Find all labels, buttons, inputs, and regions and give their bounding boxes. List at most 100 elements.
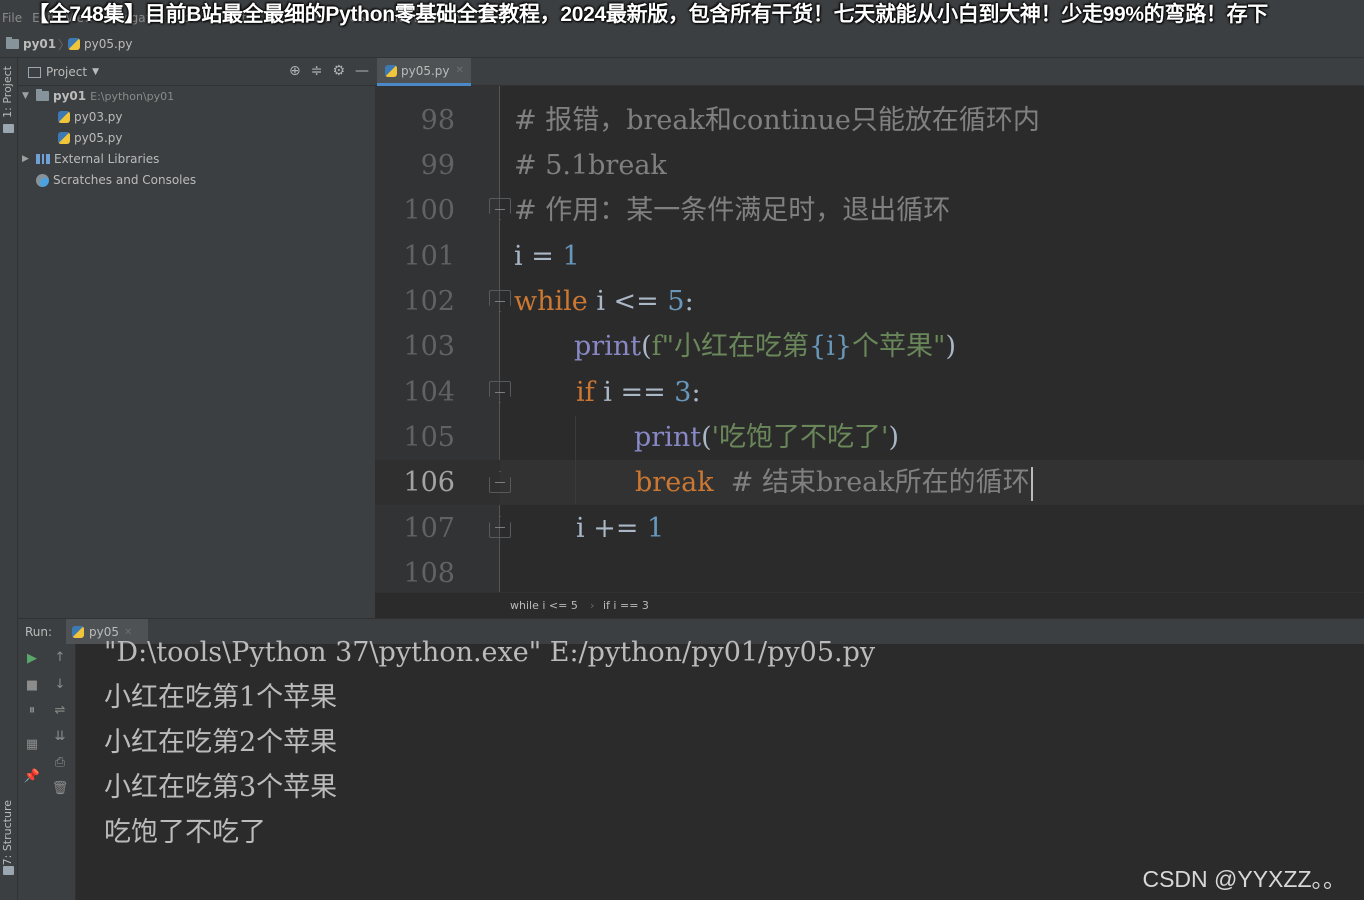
string: f"小红在吃第 <box>651 331 810 362</box>
project-panel-header: Project ▼ ⊕ ≑ ⚙ — <box>18 58 375 86</box>
console-line-output: 小红在吃第3个苹果 <box>104 772 338 803</box>
line-number: 105 <box>403 422 455 453</box>
paren: ) <box>888 422 900 453</box>
line-number: 103 <box>403 331 455 362</box>
string: '吃饱了不吃了' <box>711 422 889 453</box>
code-line-104: if i == 3: <box>576 370 701 415</box>
breadcrumb-separator: › <box>590 599 595 612</box>
side-tab-project[interactable]: 1: Project <box>1 66 14 118</box>
csdn-watermark: CSDN @YYXZZ。。 <box>1142 866 1346 892</box>
number: 1 <box>562 241 580 272</box>
string: 个苹果" <box>852 331 946 362</box>
editor-tab-py05[interactable]: py05.py ✕ <box>377 58 471 86</box>
builtin-function: print <box>574 331 642 362</box>
builtin-function: print <box>634 422 702 453</box>
nav-crumb-project[interactable]: py01 <box>6 37 56 51</box>
paren: ( <box>701 422 712 453</box>
paren: ( <box>641 331 652 362</box>
expand-arrow-icon[interactable]: ▶ <box>22 154 32 164</box>
code-line-98: # 报错，break和continue只能放在循环内 <box>514 98 1040 143</box>
folder-icon <box>6 37 19 49</box>
line-number: 104 <box>403 377 455 408</box>
tree-item-external-libraries[interactable]: ▶ External Libraries <box>22 149 159 169</box>
line-number-current: 106 <box>403 467 455 498</box>
layout-icon[interactable]: ▦ <box>24 736 40 752</box>
project-view-icon <box>28 66 41 78</box>
expression: i == <box>594 377 675 408</box>
structure-tab-icon[interactable] <box>3 866 14 875</box>
code-line-103: print(f"小红在吃第{i}个苹果") <box>574 324 956 369</box>
tree-item-py03[interactable]: py03.py <box>58 107 123 127</box>
run-toolbar: ▶ ↑ ■ ↓ ⏸ ⇌ ▦ ⇊ ⎙ 📌 🗑 <box>18 644 76 900</box>
project-panel-tools: ⊕ ≑ ⚙ — <box>289 63 369 79</box>
up-arrow-icon[interactable]: ↑ <box>52 649 68 665</box>
console-line-output: 小红在吃第2个苹果 <box>104 727 338 758</box>
editor-tab-bar: py05.py ✕ <box>375 58 1364 86</box>
navigation-bar: py01 〉 py05.py <box>0 32 1364 58</box>
video-title-overlay: 【全748集】目前B站最全最细的Python零基础全套教程，2024最新版，包含… <box>28 3 1269 26</box>
line-number: 107 <box>403 513 455 544</box>
project-panel: Project ▼ ⊕ ≑ ⚙ — ▼ py01 E:\python\py01 … <box>18 58 375 618</box>
pin-icon[interactable]: 📌 <box>24 768 40 784</box>
expression: i += <box>576 513 648 544</box>
keyword: break <box>635 467 714 498</box>
scroll-to-end-icon[interactable]: ⇊ <box>52 728 68 744</box>
code-line-107: i += 1 <box>576 506 664 551</box>
trash-icon[interactable]: 🗑 <box>52 780 69 796</box>
expression: i <= <box>587 286 668 317</box>
tree-item-py01[interactable]: ▼ py01 E:\python\py01 <box>22 86 174 106</box>
chevron-down-icon: ▼ <box>92 67 99 77</box>
indent-guide <box>575 416 576 504</box>
left-tool-strip: 1: Project 7: Structure <box>0 58 18 900</box>
side-tab-structure[interactable]: 7: Structure <box>1 800 14 865</box>
folder-icon <box>36 89 49 101</box>
rerun-icon[interactable]: ▶ <box>24 650 40 666</box>
colon: : <box>691 377 701 408</box>
collapse-all-icon[interactable]: ≑ <box>311 63 323 79</box>
code-line-105: print('吃饱了不吃了') <box>634 415 899 460</box>
locate-icon[interactable]: ⊕ <box>289 63 301 79</box>
comment: # 作用：某一条件满足时，退出循环 <box>514 195 951 226</box>
comment: # 报错，break和continue只能放在循环内 <box>514 105 1040 136</box>
soft-wrap-icon[interactable]: ⇌ <box>52 702 68 718</box>
tree-item-label: Scratches and Consoles <box>53 173 197 187</box>
comment: # 结束break所在的循环 <box>713 467 1030 498</box>
tree-item-scratches[interactable]: Scratches and Consoles <box>36 170 196 190</box>
tree-item-py05[interactable]: py05.py <box>58 128 123 148</box>
line-number: 102 <box>403 286 455 317</box>
minimize-icon[interactable]: — <box>355 63 369 79</box>
code-line-99: # 5.1break <box>514 143 667 188</box>
tree-item-label: py01 <box>53 89 87 103</box>
print-icon[interactable]: ⎙ <box>52 754 68 770</box>
expand-arrow-icon[interactable]: ▼ <box>22 91 32 101</box>
tree-item-label: External Libraries <box>54 152 160 166</box>
console-line-command: "D:\tools\Python 37\python.exe" E:/pytho… <box>104 637 876 668</box>
console-line-output: 吃饱了不吃了 <box>104 817 266 848</box>
project-tab-icon[interactable] <box>3 124 14 133</box>
code-line-102: while i <= 5: <box>514 279 694 324</box>
python-file-icon <box>58 132 70 144</box>
tree-item-path: E:\python\py01 <box>90 89 175 103</box>
code-line-100: # 作用：某一条件满足时，退出循环 <box>514 188 950 233</box>
tree-item-label: py03.py <box>74 110 123 124</box>
line-number: 100 <box>403 195 455 226</box>
code-breadcrumb-while[interactable]: while i <= 5 <box>510 599 578 612</box>
number: 1 <box>647 513 665 544</box>
run-label: Run: <box>25 625 53 639</box>
code-breadcrumb-if[interactable]: if i == 3 <box>603 599 649 612</box>
scratches-icon <box>36 173 49 187</box>
close-icon[interactable]: ✕ <box>456 65 464 76</box>
pause-icon[interactable]: ⏸ <box>24 702 40 718</box>
stop-icon[interactable]: ■ <box>24 677 40 693</box>
code-line-106: break # 结束break所在的循环 <box>635 460 1033 505</box>
gear-icon[interactable]: ⚙ <box>332 63 345 79</box>
menu-file[interactable]: File <box>2 11 22 25</box>
console-line-output: 小红在吃第1个苹果 <box>104 682 338 713</box>
nav-project-label: py01 <box>23 37 57 51</box>
code-breadcrumb-bar: while i <= 5 › if i == 3 <box>375 592 1364 618</box>
down-arrow-icon[interactable]: ↓ <box>52 676 68 692</box>
project-view-selector[interactable]: Project ▼ <box>28 65 99 79</box>
python-run-icon <box>72 626 84 638</box>
comment: # 5.1break <box>514 150 667 181</box>
nav-crumb-file[interactable]: py05.py <box>68 37 133 51</box>
